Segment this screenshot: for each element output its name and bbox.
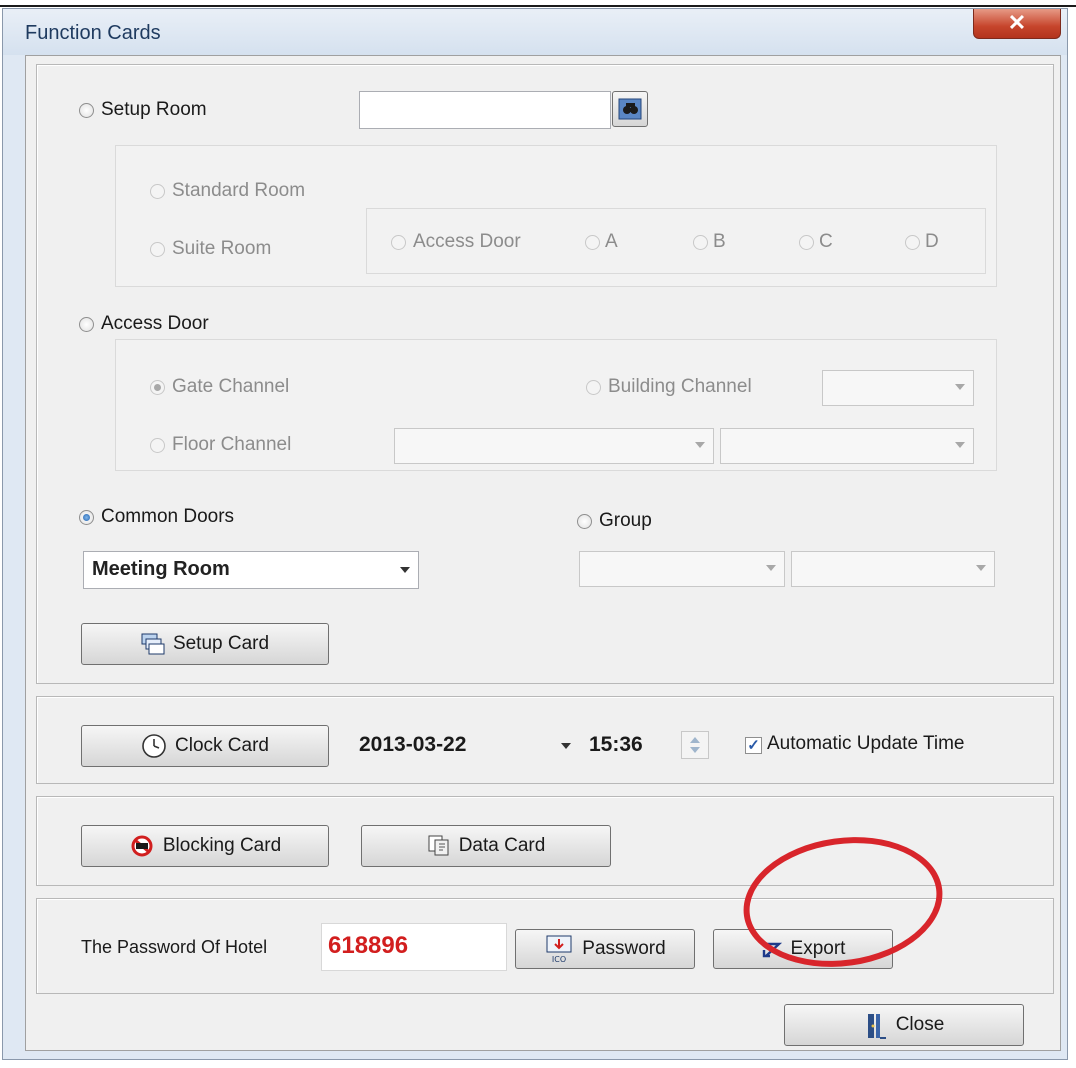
data-card-icon bbox=[427, 834, 451, 858]
auto-update-label: Automatic Update Time bbox=[767, 733, 965, 754]
suite-room-radio[interactable] bbox=[150, 242, 165, 257]
room-search-button[interactable] bbox=[612, 91, 648, 127]
clock-panel: Clock Card 2013-03-22 15:36 ✓ Automatic … bbox=[36, 696, 1054, 784]
data-card-button[interactable]: Data Card bbox=[361, 825, 611, 867]
chevron-down-icon bbox=[976, 565, 986, 571]
setup-card-label: Setup Card bbox=[172, 633, 270, 654]
door-d-radio[interactable] bbox=[905, 235, 920, 250]
group-select[interactable] bbox=[579, 551, 785, 587]
date-value: 2013-03-22 bbox=[359, 733, 467, 756]
hotel-password-label: The Password Of Hotel bbox=[81, 937, 268, 957]
door-b-radio[interactable] bbox=[693, 235, 708, 250]
building-channel-select[interactable] bbox=[822, 370, 974, 406]
password-icon: ICO bbox=[544, 934, 574, 964]
hotel-password-input[interactable]: 618896 bbox=[321, 923, 507, 971]
password-button[interactable]: ICO Password bbox=[515, 929, 695, 969]
group-radio[interactable] bbox=[577, 514, 592, 529]
group-label: Group bbox=[599, 510, 652, 531]
door-d-label: D bbox=[925, 231, 939, 252]
window-close-button[interactable]: ✕ bbox=[973, 9, 1061, 39]
common-doors-select[interactable]: Meeting Room bbox=[83, 551, 419, 589]
chevron-down-icon bbox=[955, 384, 965, 390]
clock-card-label: Clock Card bbox=[175, 735, 269, 756]
suite-access-door-label: Access Door bbox=[413, 231, 521, 252]
floor-channel-select[interactable] bbox=[394, 428, 714, 464]
top-divider bbox=[0, 5, 1076, 7]
chevron-down-icon bbox=[695, 442, 705, 448]
date-picker[interactable]: 2013-03-22 bbox=[355, 729, 579, 763]
access-door-radio[interactable] bbox=[79, 317, 94, 332]
access-door-group: Gate Channel Building Channel Floor Chan… bbox=[115, 339, 997, 471]
setup-room-label: Setup Room bbox=[101, 99, 207, 120]
chevron-down-icon bbox=[766, 565, 776, 571]
suite-room-label: Suite Room bbox=[172, 238, 272, 259]
group-sub-select[interactable] bbox=[791, 551, 995, 587]
hotel-password-value: 618896 bbox=[328, 932, 409, 959]
time-spinner[interactable] bbox=[681, 731, 709, 759]
ico-text: ICO bbox=[552, 955, 566, 964]
clock-card-button[interactable]: Clock Card bbox=[81, 725, 329, 767]
door-c-radio[interactable] bbox=[799, 235, 814, 250]
auto-update-checkbox[interactable]: ✓ bbox=[745, 737, 762, 754]
floor-channel-sub-select[interactable] bbox=[720, 428, 974, 464]
blocking-card-label: Blocking Card bbox=[162, 835, 282, 856]
clock-icon bbox=[141, 733, 167, 759]
blocking-card-button[interactable]: Blocking Card bbox=[81, 825, 329, 867]
chevron-down-icon bbox=[955, 442, 965, 448]
door-a-radio[interactable] bbox=[585, 235, 600, 250]
close-door-icon bbox=[864, 1010, 888, 1040]
door-b-label: B bbox=[713, 231, 726, 252]
common-doors-radio[interactable] bbox=[79, 510, 94, 525]
chevron-down-icon bbox=[400, 567, 410, 573]
standard-room-label: Standard Room bbox=[172, 180, 306, 201]
data-card-label: Data Card bbox=[458, 835, 546, 856]
gate-channel-label: Gate Channel bbox=[172, 376, 290, 397]
door-a-label: A bbox=[605, 231, 618, 252]
suite-door-group: Access Door A B C D bbox=[366, 208, 986, 274]
setup-card-button[interactable]: Setup Card bbox=[81, 623, 329, 665]
room-number-input[interactable] bbox=[359, 91, 611, 129]
title-bar: Function Cards ✕ bbox=[3, 9, 1067, 55]
building-channel-label: Building Channel bbox=[608, 376, 752, 397]
suite-access-door-radio[interactable] bbox=[391, 235, 406, 250]
door-c-label: C bbox=[819, 231, 833, 252]
window-title: Function Cards bbox=[25, 22, 161, 44]
search-icon bbox=[618, 98, 642, 120]
password-button-label: Password bbox=[582, 938, 666, 959]
blocking-icon bbox=[129, 835, 155, 857]
time-picker[interactable]: 15:36 bbox=[583, 729, 723, 763]
close-button-label: Close bbox=[895, 1014, 945, 1035]
setup-card-icon bbox=[141, 633, 165, 655]
common-doors-selected: Meeting Room bbox=[92, 558, 230, 580]
standard-room-radio[interactable] bbox=[150, 184, 165, 199]
floor-channel-label: Floor Channel bbox=[172, 434, 292, 455]
access-door-label: Access Door bbox=[101, 313, 209, 334]
close-button[interactable]: Close bbox=[784, 1004, 1024, 1046]
room-type-group: Standard Room Suite Room Access Door A B… bbox=[115, 145, 997, 287]
building-channel-radio[interactable] bbox=[586, 380, 601, 395]
common-doors-label: Common Doors bbox=[101, 506, 235, 527]
setup-room-radio[interactable] bbox=[79, 103, 94, 118]
time-value: 15:36 bbox=[589, 733, 643, 756]
gate-channel-radio[interactable] bbox=[150, 380, 165, 395]
floor-channel-radio[interactable] bbox=[150, 438, 165, 453]
room-settings-panel: Setup Room Standard Room Suite Room Acce… bbox=[36, 64, 1054, 684]
chevron-down-icon bbox=[561, 743, 571, 749]
